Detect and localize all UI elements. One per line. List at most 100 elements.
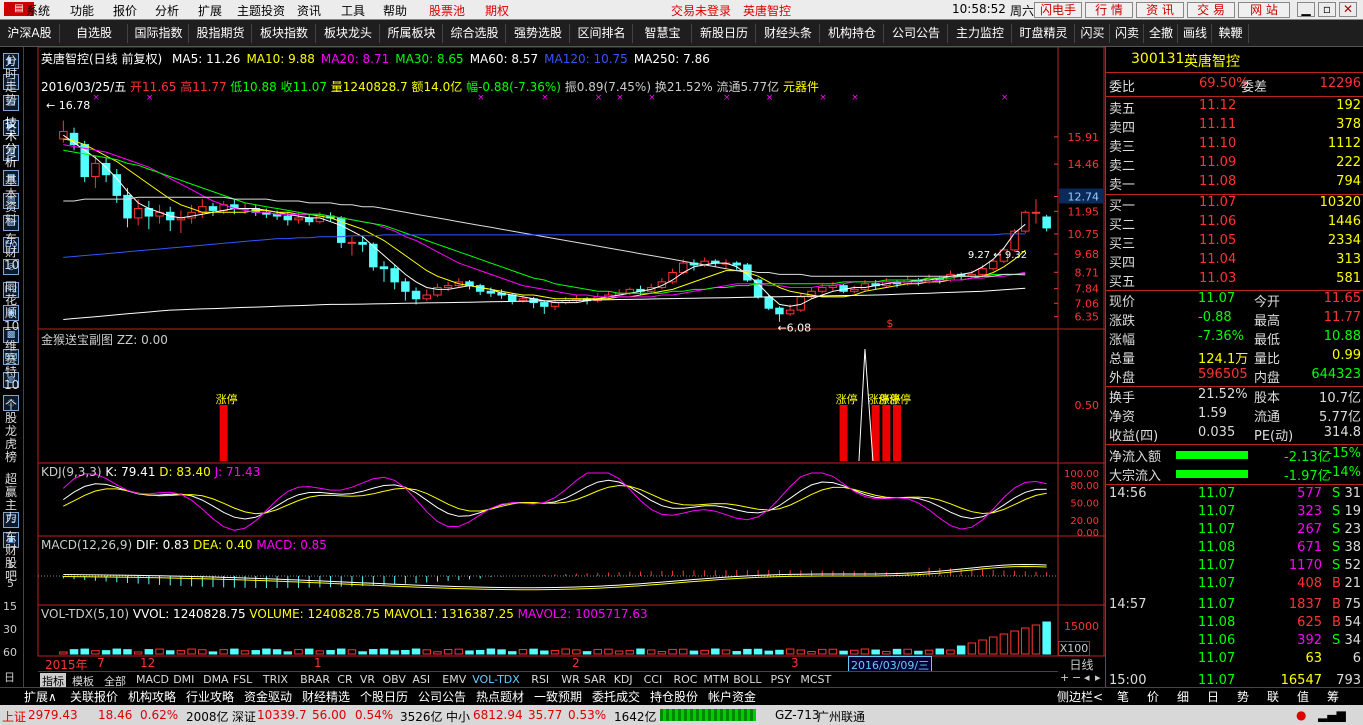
trade-button[interactable]: 交 易 xyxy=(1187,2,1235,18)
period-60min[interactable]: 60 xyxy=(3,646,17,659)
tb-zhihuibao[interactable]: 智慧宝 xyxy=(634,24,692,43)
tb-sector-index[interactable]: 板块指数 xyxy=(253,24,316,43)
indicator-tab-brar[interactable]: BRAR xyxy=(300,673,330,686)
sidebar-toggle[interactable]: 侧边栏< xyxy=(1057,689,1103,705)
menu-item-options[interactable]: 期权 xyxy=(485,2,509,19)
indicator-tab-mtm[interactable]: MTM xyxy=(703,673,729,686)
period-5min[interactable]: 5 xyxy=(7,577,14,590)
indicator-tab-vol-tdx[interactable]: VOL-TDX xyxy=(472,673,520,686)
bottom-link-9[interactable]: 一致预期 xyxy=(534,689,582,705)
vtab-intraday[interactable]: 分时走势 xyxy=(4,55,18,107)
indicator-tab-macd[interactable]: MACD xyxy=(136,673,169,686)
bottom-link-7[interactable]: 公司公告 xyxy=(418,689,466,705)
vtab-wst10[interactable]: 维赛特10 xyxy=(4,340,19,392)
panel-tab-2[interactable]: 细 xyxy=(1177,689,1189,705)
menu-item-help[interactable]: 帮助 xyxy=(383,2,407,19)
panel-tab-1[interactable]: 价 xyxy=(1147,689,1159,705)
menu-item-system[interactable]: 系统 xyxy=(26,2,50,19)
ask-price[interactable]: 11.12 xyxy=(1199,98,1236,113)
quotes-button[interactable]: 行 情 xyxy=(1085,2,1133,18)
indicator-tab-kdj[interactable]: KDJ xyxy=(614,673,633,686)
news-button[interactable]: 资 讯 xyxy=(1136,2,1184,18)
indicator-tab-dma[interactable]: DMA xyxy=(203,673,229,686)
bid-price[interactable]: 11.06 xyxy=(1199,214,1236,229)
info-sector[interactable]: 元器件 xyxy=(783,80,819,94)
server-name[interactable]: GZ-713 xyxy=(775,708,820,722)
bottom-link-11[interactable]: 持仓股份 xyxy=(650,689,698,705)
vtab-technical[interactable]: 技术分析 xyxy=(4,117,18,169)
period-1min[interactable]: 1 xyxy=(7,558,14,571)
bottom-link-2[interactable]: 机构攻略 xyxy=(128,689,176,705)
ask-price[interactable]: 11.08 xyxy=(1199,174,1236,189)
menu-item-quote[interactable]: 报价 xyxy=(113,2,137,19)
tb-range-rank[interactable]: 区间排名 xyxy=(571,24,633,43)
tb-watchlist[interactable]: 自选股 xyxy=(61,24,128,43)
tb-whip[interactable]: 鞅鞭 xyxy=(1213,24,1249,43)
menu-item-stockpool[interactable]: 股票池 xyxy=(429,2,465,19)
tb-futures[interactable]: 股指期货 xyxy=(190,24,252,43)
tb-cancel-all[interactable]: 全撤 xyxy=(1145,24,1178,43)
bottom-link-10[interactable]: 委托成交 xyxy=(592,689,640,705)
zoom-in-icon[interactable]: + xyxy=(1060,671,1069,684)
vtab-dragon-tiger[interactable]: 个股龙虎榜 xyxy=(4,399,18,464)
tb-capital-monitor[interactable]: 主力监控 xyxy=(949,24,1012,43)
indicator-tab-obv[interactable]: OBV xyxy=(383,673,406,686)
ask-price[interactable]: 11.09 xyxy=(1199,155,1236,170)
indicator-tab-rsi[interactable]: RSI xyxy=(531,673,549,686)
menu-item-analysis[interactable]: 分析 xyxy=(155,2,179,19)
kline-chart[interactable]: 涨停 涨停 涨停涨停涨停 0.50100.0080.0050.0020.000.001… xyxy=(24,47,1105,687)
vtab-guba[interactable]: 东财股吧 xyxy=(4,531,18,583)
ask-price[interactable]: 11.10 xyxy=(1199,136,1236,151)
tb-own-sector[interactable]: 所属板块 xyxy=(381,24,443,43)
bottom-link-0[interactable]: 扩展∧ xyxy=(24,689,57,705)
tb-strong-pick[interactable]: 强势选股 xyxy=(507,24,570,43)
indicator-tab-roc[interactable]: ROC xyxy=(674,673,698,686)
panel-tab-7[interactable]: 筹 xyxy=(1327,689,1339,705)
tb-hushen-a[interactable]: 沪深A股 xyxy=(0,24,60,43)
indicator-tab-dmi[interactable]: DMI xyxy=(173,673,194,686)
panel-tab-6[interactable]: 值 xyxy=(1297,689,1309,705)
bottom-link-3[interactable]: 行业攻略 xyxy=(186,689,234,705)
period-day[interactable]: 日 xyxy=(4,669,15,685)
menu-item-extend[interactable]: 扩展 xyxy=(198,2,222,19)
panel-tab-4[interactable]: 势 xyxy=(1237,689,1249,705)
bottom-link-4[interactable]: 资金驱动 xyxy=(244,689,292,705)
vtab-main-force[interactable]: 超赢主力 xyxy=(4,473,18,525)
indicator-tab-trix[interactable]: TRIX xyxy=(263,673,288,686)
indicator-tab-cci[interactable]: CCI xyxy=(644,673,663,686)
tb-screener[interactable]: 综合选股 xyxy=(444,24,506,43)
indicator-tab-vr[interactable]: VR xyxy=(360,673,375,686)
ask-price[interactable]: 11.11 xyxy=(1199,117,1236,132)
menu-item-news[interactable]: 资讯 xyxy=(297,2,321,19)
indicator-tab-mcst[interactable]: MCST xyxy=(800,673,831,686)
bottom-link-8[interactable]: 热点题材 xyxy=(476,689,524,705)
tb-sector-leader[interactable]: 板块龙头 xyxy=(317,24,380,43)
close-icon[interactable]: ✕ xyxy=(1339,2,1357,17)
indicator-tab-emv[interactable]: EMV xyxy=(442,673,466,686)
left-arrow-icon[interactable]: ◂ xyxy=(1084,671,1090,684)
indicator-tab-fsl[interactable]: FSL xyxy=(233,673,252,686)
tb-headlines[interactable]: 财经头条 xyxy=(757,24,820,43)
indicator-tab-psy[interactable]: PSY xyxy=(771,673,791,686)
lightning-button[interactable]: 闪电手 xyxy=(1034,2,1082,18)
tb-announcements[interactable]: 公司公告 xyxy=(885,24,948,43)
bottom-link-5[interactable]: 财经精选 xyxy=(302,689,350,705)
bottom-link-12[interactable]: 帐户资金 xyxy=(708,689,756,705)
indicator-tab-asi[interactable]: ASI xyxy=(412,673,430,686)
tb-draw[interactable]: 画线 xyxy=(1179,24,1212,43)
bottom-link-1[interactable]: 关联报价 xyxy=(70,689,118,705)
tb-institutions[interactable]: 机构持仓 xyxy=(821,24,884,43)
vtab-ths10[interactable]: 同花顺10 xyxy=(4,281,19,333)
panel-tab-3[interactable]: 日 xyxy=(1207,689,1219,705)
website-button[interactable]: 网 站 xyxy=(1238,2,1290,18)
period-30min[interactable]: 30 xyxy=(3,623,17,636)
right-arrow-icon[interactable]: ▸ xyxy=(1095,671,1101,684)
menu-item-tools[interactable]: 工具 xyxy=(341,2,365,19)
minimize-icon[interactable]: ▁ xyxy=(1297,2,1315,17)
maximize-icon[interactable]: ▫ xyxy=(1318,2,1336,17)
menu-item-theme[interactable]: 主题投资 xyxy=(237,2,285,19)
indicator-tab-sar[interactable]: SAR xyxy=(584,673,606,686)
tb-ipo-calendar[interactable]: 新股日历 xyxy=(693,24,756,43)
bid-price[interactable]: 11.03 xyxy=(1199,271,1236,286)
vtab-eastmoney10[interactable]: 东财10 xyxy=(4,233,19,272)
